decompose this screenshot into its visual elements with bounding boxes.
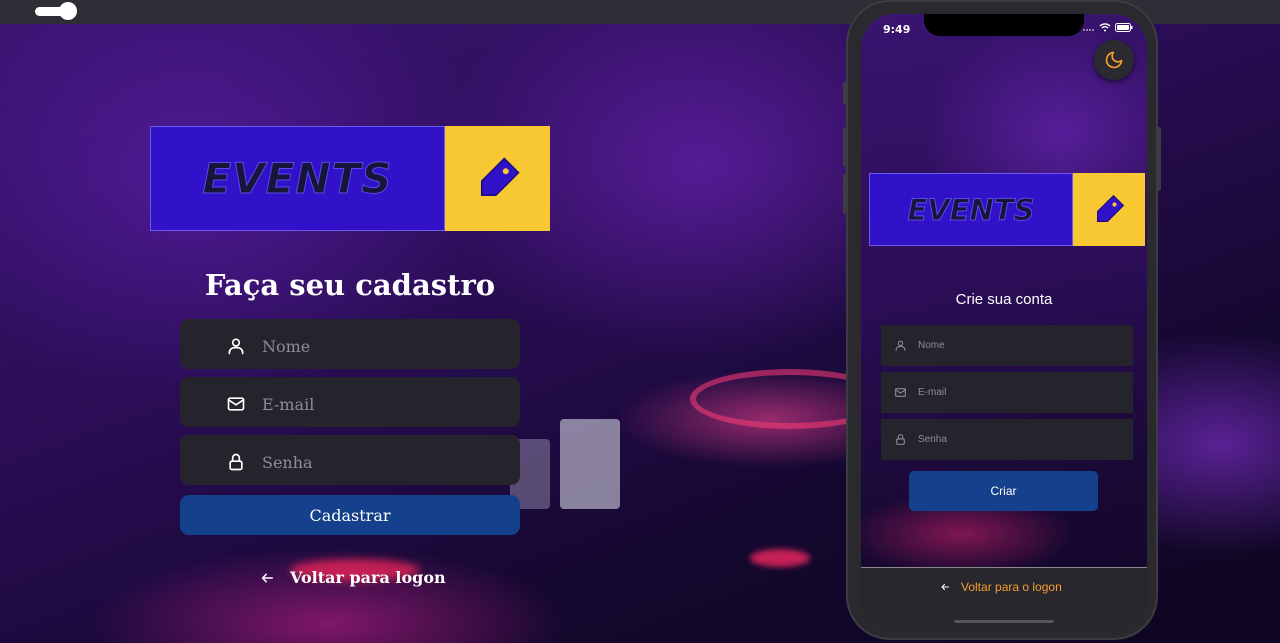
phone-power-button bbox=[1157, 127, 1161, 191]
register-button[interactable]: Cadastrar bbox=[180, 495, 520, 535]
user-icon bbox=[895, 340, 906, 351]
phone-email-field[interactable] bbox=[881, 372, 1133, 413]
user-icon bbox=[228, 338, 244, 355]
back-link-label: Voltar para logon bbox=[290, 568, 446, 587]
name-input[interactable] bbox=[262, 319, 502, 369]
arrow-left-icon bbox=[261, 573, 273, 582]
phone-events-logo: EVENTS bbox=[869, 173, 1145, 246]
phone-back-link-label: Voltar para o logon bbox=[961, 580, 1062, 594]
signal-icon bbox=[1083, 28, 1094, 31]
phone-volume-down bbox=[843, 174, 847, 214]
home-indicator bbox=[954, 620, 1054, 623]
phone-mockup: 9:49 EVENTS Crie sua conta Nome E-mail C… bbox=[843, 0, 1161, 640]
phone-notch bbox=[924, 14, 1084, 36]
phone-logo-text: EVENTS bbox=[907, 192, 1035, 227]
logo-tag-panel bbox=[445, 126, 550, 231]
logo-wordmark: EVENTS bbox=[150, 126, 445, 231]
phone-screen: 9:49 EVENTS Crie sua conta Nome E-mail C… bbox=[861, 14, 1147, 630]
status-icons bbox=[1083, 23, 1133, 32]
phone-password-input[interactable] bbox=[918, 419, 1118, 460]
bg-fader-2 bbox=[560, 419, 620, 509]
page-title: Faça seu cadastro bbox=[204, 268, 496, 302]
password-field[interactable] bbox=[180, 435, 520, 485]
bg-light-pad-2 bbox=[750, 549, 810, 567]
phone-footer: Voltar para o logon bbox=[861, 567, 1147, 630]
mail-icon bbox=[895, 388, 906, 397]
status-time: 9:49 bbox=[883, 23, 911, 36]
phone-volume-up bbox=[843, 127, 847, 167]
tag-icon bbox=[1097, 194, 1125, 222]
phone-page-title: Crie sua conta bbox=[955, 291, 1053, 308]
phone-create-button[interactable]: Criar bbox=[909, 471, 1098, 511]
wifi-icon bbox=[1099, 23, 1111, 32]
email-input[interactable] bbox=[262, 377, 502, 427]
theme-toggle[interactable] bbox=[35, 2, 79, 20]
phone-name-field[interactable] bbox=[881, 325, 1133, 366]
lock-icon bbox=[229, 453, 243, 471]
moon-icon bbox=[1105, 51, 1123, 69]
toggle-knob[interactable] bbox=[59, 2, 77, 20]
lock-icon bbox=[896, 434, 905, 445]
name-field[interactable] bbox=[180, 319, 520, 369]
back-to-logon-link[interactable]: Voltar para logon bbox=[258, 568, 446, 587]
phone-logo-tag-panel bbox=[1073, 173, 1145, 246]
battery-icon bbox=[1115, 23, 1133, 32]
logo-text: EVENTS bbox=[202, 154, 393, 204]
arrow-left-icon bbox=[941, 583, 950, 591]
phone-email-input[interactable] bbox=[918, 372, 1118, 413]
password-input[interactable] bbox=[262, 435, 502, 485]
phone-back-to-logon-link[interactable]: Voltar para o logon bbox=[939, 580, 1062, 594]
phone-mute-switch bbox=[843, 82, 847, 104]
events-logo: EVENTS bbox=[150, 126, 550, 231]
email-field[interactable] bbox=[180, 377, 520, 427]
phone-name-input[interactable] bbox=[918, 325, 1118, 366]
dark-mode-button[interactable] bbox=[1094, 40, 1134, 80]
phone-password-field[interactable] bbox=[881, 419, 1133, 460]
phone-logo-wordmark: EVENTS bbox=[869, 173, 1073, 246]
tag-icon bbox=[480, 156, 520, 196]
mail-icon bbox=[227, 397, 245, 411]
